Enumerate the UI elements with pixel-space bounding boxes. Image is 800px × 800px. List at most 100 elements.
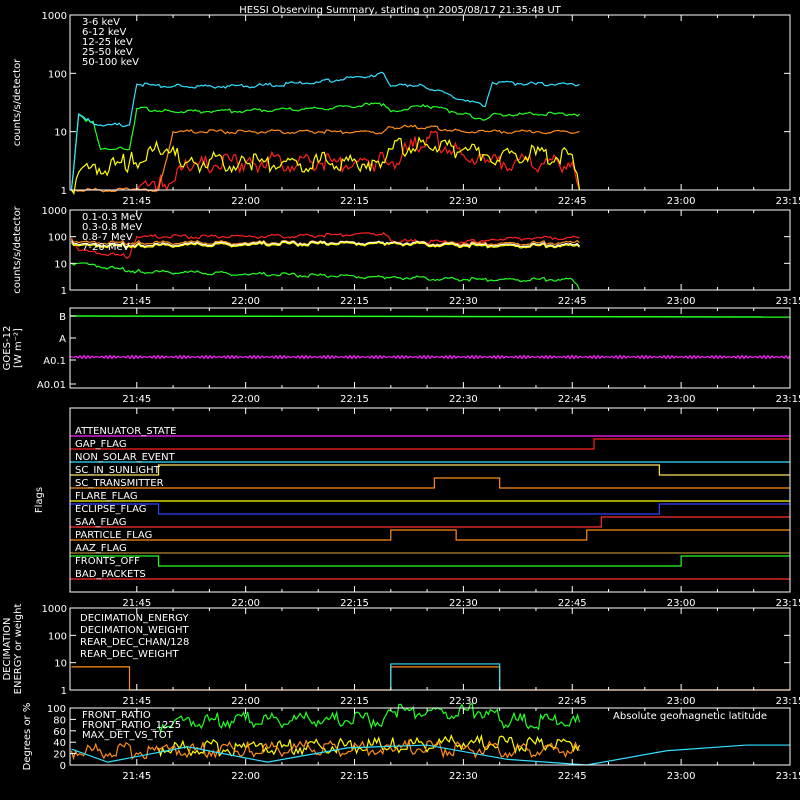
- flag-label-1: GAP_FLAG: [75, 439, 127, 450]
- decimation-legend-2: REAR_DEC_CHAN/128: [80, 637, 189, 648]
- low_energy-x-tick-label: 23:15: [776, 196, 800, 207]
- flag-label-10: FRONTS_OFF: [75, 556, 140, 567]
- goes-x-tick-label: 23:00: [667, 394, 696, 405]
- ratios-x-tick-label: 22:00: [231, 771, 260, 782]
- flag-line-8: [70, 529, 790, 541]
- flag-line-6: [70, 503, 790, 515]
- low_energy-x-tick-label: 22:00: [231, 196, 260, 207]
- flags-x-tick-label: 22:00: [231, 598, 260, 609]
- high_energy-x-tick-label: 22:15: [340, 296, 369, 307]
- ratios-x-tick-label: 23:15: [776, 771, 800, 782]
- low_energy-x-tick-label: 22:45: [558, 196, 587, 207]
- flags-y-label: Flags: [34, 487, 45, 513]
- flag-line-7: [70, 516, 790, 528]
- high_energy-x-tick-label: 23:00: [667, 296, 696, 307]
- decimation-x-tick-label: 22:30: [449, 696, 478, 707]
- goes-series-0: [69, 315, 791, 318]
- low_energy-x-tick-label: 22:15: [340, 196, 369, 207]
- panels: 21:4522:0022:1522:3022:4523:0023:1511010…: [2, 11, 800, 782]
- goes-y-tick-label: A: [59, 334, 66, 345]
- high_energy-frame: [69, 209, 791, 291]
- ratios-x-tick-label: 22:45: [558, 771, 587, 782]
- decimation-series-1: [71, 666, 790, 691]
- goes-x-tick-label: 22:30: [449, 394, 478, 405]
- goes-series-group: [69, 315, 791, 360]
- ratios-y-tick-label: 100: [47, 704, 66, 715]
- goes-x-tick-label: 22:00: [231, 394, 260, 405]
- goes-x-tick-label: 21:45: [122, 394, 151, 405]
- low_energy-y-tick-label: 10: [54, 128, 67, 139]
- flag-line-4: [70, 477, 790, 489]
- decimation-y-tick-label: 100: [48, 631, 67, 642]
- high_energy-series-4: [71, 262, 581, 291]
- flag-label-2: NON_SOLAR_EVENT: [75, 452, 176, 463]
- flag-label-5: FLARE_FLAG: [75, 491, 138, 502]
- low_energy-legend-4: 50-100 keV: [82, 57, 139, 68]
- ratios-y-label: Degrees or %: [22, 703, 33, 771]
- decimation-x-tick-label: 23:00: [667, 696, 696, 707]
- high_energy-series-group: [70, 231, 581, 291]
- high_energy-y-tick-label: 1000: [42, 206, 67, 217]
- ratios-x-tick-label: 22:30: [449, 771, 478, 782]
- goes-x-tick-label: 22:15: [340, 394, 369, 405]
- ratios-y-tick-label: 0: [60, 761, 66, 772]
- flag-label-9: AAZ_FLAG: [75, 543, 127, 554]
- low_energy-y-tick-label: 1: [61, 186, 67, 197]
- ratios-legend-2: MAX_DET_VS_TOT: [82, 730, 174, 741]
- decimation-y-label: DECIMATION: [2, 617, 13, 680]
- flag-line-1: [70, 438, 790, 450]
- decimation-legend-1: DECIMATION_WEIGHT: [80, 625, 189, 636]
- flag-label-4: SC_TRANSMITTER: [75, 478, 164, 489]
- ratios-x-tick-label: 22:15: [340, 771, 369, 782]
- hessi-summary-figure: HESSI Observing Summary, starting on 200…: [2, 5, 800, 782]
- flag-line-10: [70, 555, 790, 567]
- flags-x-tick-label: 21:45: [122, 598, 151, 609]
- goes-y-tick-label: A0.01: [37, 380, 66, 391]
- ratios-y-tick-label: 80: [53, 715, 66, 726]
- decimation-legend-3: REAR_DEC_WEIGHT: [80, 649, 179, 660]
- decimation-x-tick-label: 23:15: [776, 696, 800, 707]
- ratios-y-tick-label: 40: [53, 738, 66, 749]
- flags-series-group: [70, 435, 790, 580]
- goes-y-tick-label: A0.1: [43, 356, 66, 367]
- high_energy-y-tick-label: 1: [61, 286, 67, 297]
- flags-x-tick-label: 22:15: [340, 598, 369, 609]
- flag-label-7: SAA_FLAG: [75, 517, 126, 528]
- high_energy-y-label: counts/s/detector: [12, 205, 23, 293]
- low_energy-frame: [69, 14, 791, 191]
- ratios-y-tick-label: 60: [53, 727, 66, 738]
- goes-x-tick-label: 23:15: [776, 394, 800, 405]
- flags-x-tick-label: 23:00: [667, 598, 696, 609]
- flags-x-tick-label: 22:30: [449, 598, 478, 609]
- ratios-annotation: Absolute geomagnetic latitude: [613, 711, 767, 722]
- flag-line-3: [70, 464, 790, 476]
- low_energy-series-group: [70, 71, 581, 195]
- low_energy-y-tick-label: 100: [48, 69, 67, 80]
- decimation-legend-0: DECIMATION_ENERGY: [80, 613, 189, 624]
- decimation-y-tick-label: 1000: [42, 604, 67, 615]
- decimation-series-group: [71, 663, 790, 691]
- decimation-y-tick-label: 1: [61, 686, 67, 697]
- decimation-x-tick-label: 21:45: [122, 696, 151, 707]
- goes-x-tick-label: 22:45: [558, 394, 587, 405]
- high_energy-legend-3: 7-20 MeV: [82, 242, 130, 253]
- flag-label-11: BAD_PACKETS: [75, 569, 146, 580]
- low_energy-y-label: counts/s/detector: [12, 58, 23, 146]
- high_energy-x-tick-label: 22:30: [449, 296, 478, 307]
- flags-x-tick-label: 23:15: [776, 598, 800, 609]
- high_energy-x-tick-label: 21:45: [122, 296, 151, 307]
- flags-x-tick-label: 22:45: [558, 598, 587, 609]
- goes-y-label: [W m⁻²]: [13, 328, 24, 368]
- low_energy-y-tick-label: 1000: [42, 11, 67, 22]
- decimation-series-2: [390, 663, 501, 690]
- figure-title: HESSI Observing Summary, starting on 200…: [239, 5, 561, 16]
- low_energy-x-tick-label: 23:00: [667, 196, 696, 207]
- decimation-x-tick-label: 22:45: [558, 696, 587, 707]
- ratios-x-tick-label: 23:00: [667, 771, 696, 782]
- flag-label-8: PARTICLE_FLAG: [75, 530, 152, 541]
- decimation-y-label: ENERGY or weight: [13, 604, 24, 695]
- low_energy-x-tick-label: 22:30: [449, 196, 478, 207]
- decimation-x-tick-label: 22:00: [231, 696, 260, 707]
- ratios-x-tick-label: 21:45: [122, 771, 151, 782]
- high_energy-x-tick-label: 23:15: [776, 296, 800, 307]
